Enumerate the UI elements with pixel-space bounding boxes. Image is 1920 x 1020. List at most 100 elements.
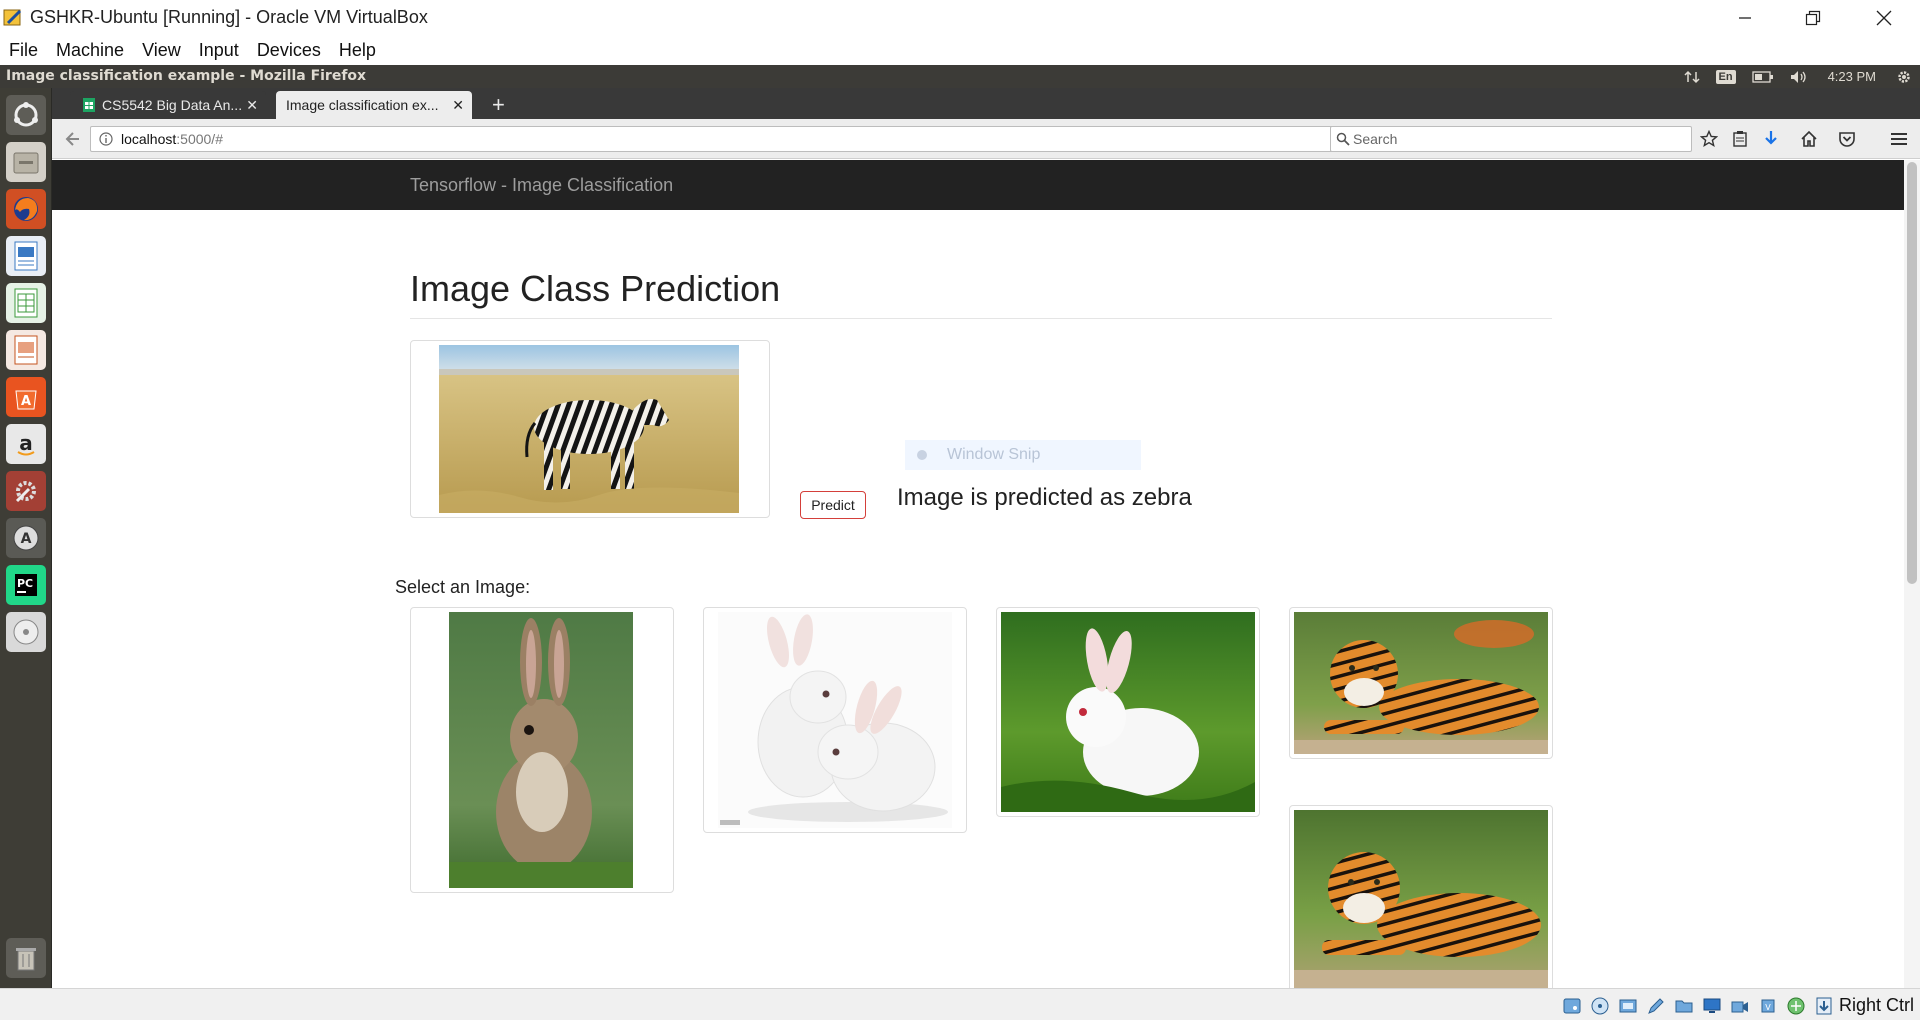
back-arrow-icon xyxy=(65,132,79,146)
hamburger-menu-icon xyxy=(1891,133,1907,145)
window-snip-overlay: Window Snip xyxy=(905,440,1141,470)
tab-strip: CS5542 Big Data An... ✕ Image classifica… xyxy=(52,88,1920,119)
app-navbar: Tensorflow - Image Classification xyxy=(52,160,1904,210)
pocket-button[interactable] xyxy=(1836,129,1858,149)
downloads-button[interactable] xyxy=(1760,129,1782,149)
minimize-button[interactable] xyxy=(1716,0,1774,35)
writer-icon[interactable] xyxy=(6,236,46,276)
scrollbar-thumb[interactable] xyxy=(1907,162,1917,584)
gallery-image-card[interactable] xyxy=(996,607,1260,817)
svg-text:a: a xyxy=(19,431,33,455)
navbar-brand[interactable]: Tensorflow - Image Classification xyxy=(410,175,673,196)
menu-machine[interactable]: Machine xyxy=(56,40,124,61)
page-viewport: Tensorflow - Image Classification Image … xyxy=(52,160,1904,988)
predict-button[interactable]: Predict xyxy=(800,491,866,519)
new-tab-button[interactable]: + xyxy=(492,92,505,118)
gallery-image-card[interactable] xyxy=(1289,607,1553,759)
menu-help[interactable]: Help xyxy=(339,40,376,61)
prediction-result: Image is predicted as zebra xyxy=(897,484,1192,511)
menu-devices[interactable]: Devices xyxy=(257,40,321,61)
gallery-image-card[interactable] xyxy=(410,607,674,893)
software-center-icon[interactable]: A xyxy=(6,377,46,417)
usb-arrow-icon[interactable] xyxy=(1814,996,1834,1016)
home-button[interactable] xyxy=(1798,129,1820,149)
pycharm-icon[interactable]: PC xyxy=(6,565,46,605)
back-button[interactable] xyxy=(62,129,84,149)
star-icon xyxy=(1700,130,1718,147)
title-divider xyxy=(410,318,1552,319)
system-gear-icon[interactable] xyxy=(1896,69,1912,85)
tab-image-classification[interactable]: Image classification ex... ✕ xyxy=(276,91,472,119)
audio-icon[interactable] xyxy=(1618,996,1638,1016)
window-title: GSHKR-Ubuntu [Running] - Oracle VM Virtu… xyxy=(30,7,428,27)
battery-icon[interactable] xyxy=(1751,70,1774,83)
network-adapter-icon[interactable] xyxy=(1786,996,1806,1016)
volume-icon[interactable] xyxy=(1790,70,1808,84)
snip-radio-icon xyxy=(917,450,927,460)
panel-indicators: En 4:23 PM xyxy=(1676,65,1920,88)
svg-text:V: V xyxy=(1765,1003,1771,1012)
bookmarks-menu-button[interactable] xyxy=(1729,129,1751,149)
search-bar[interactable] xyxy=(1330,126,1692,152)
restore-button[interactable] xyxy=(1784,0,1842,35)
keyboard-layout-indicator[interactable]: En xyxy=(1715,69,1736,84)
tiger-image-1[interactable] xyxy=(1294,612,1548,754)
url-text: localhost:5000/# xyxy=(121,131,223,147)
hard-disk-icon[interactable] xyxy=(1562,996,1582,1016)
menu-input[interactable]: Input xyxy=(199,40,239,61)
open-menu-button[interactable] xyxy=(1888,129,1910,149)
host-key-label: Right Ctrl xyxy=(1838,995,1914,1015)
clipboard-icon xyxy=(1733,131,1747,147)
shared-folder-icon[interactable] xyxy=(1674,996,1694,1016)
bookmark-star-button[interactable] xyxy=(1698,129,1720,149)
close-tab-icon[interactable]: ✕ xyxy=(246,97,258,114)
network-icon[interactable] xyxy=(1683,70,1700,84)
sheets-icon xyxy=(83,98,95,112)
close-tab-icon[interactable]: ✕ xyxy=(452,97,464,114)
firefox-icon[interactable] xyxy=(6,189,46,229)
optical-drive-icon[interactable] xyxy=(1590,996,1610,1016)
search-input[interactable] xyxy=(1353,130,1683,148)
ubuntu-dash-icon[interactable] xyxy=(6,95,46,135)
tiger-image-2[interactable] xyxy=(1294,810,1548,988)
calc-icon[interactable] xyxy=(6,283,46,323)
white-rabbit-grass-image[interactable] xyxy=(1001,612,1255,812)
info-icon[interactable] xyxy=(99,132,113,146)
select-image-label: Select an Image: xyxy=(395,577,531,597)
clock[interactable]: 4:23 PM xyxy=(1828,69,1876,84)
close-window-button[interactable] xyxy=(1855,0,1913,35)
navigation-toolbar: localhost:5000/# xyxy=(52,119,1920,159)
page-title: Image Class Prediction xyxy=(410,268,781,309)
active-window-title: Image classification example - Mozilla F… xyxy=(6,68,367,84)
video-capture-icon[interactable] xyxy=(1730,996,1750,1016)
unity-launcher: A a A PC xyxy=(0,88,52,988)
gallery-image-card[interactable] xyxy=(1289,805,1553,988)
files-icon[interactable] xyxy=(6,142,46,182)
page-scrollbar[interactable] xyxy=(1904,160,1920,988)
impress-icon[interactable] xyxy=(6,330,46,370)
cpu-icon[interactable]: V xyxy=(1758,996,1778,1016)
pen-icon[interactable] xyxy=(1646,996,1666,1016)
menu-view[interactable]: View xyxy=(142,40,181,61)
amazon-icon[interactable]: a xyxy=(6,424,46,464)
system-settings-icon[interactable] xyxy=(6,471,46,511)
restore-icon xyxy=(1805,10,1821,25)
display-icon[interactable] xyxy=(1702,996,1722,1016)
search-icon xyxy=(1336,132,1350,146)
dvd-icon[interactable] xyxy=(6,612,46,652)
virtualbox-statusbar: V Right Ctrl xyxy=(0,988,1920,1020)
gallery-image-card[interactable] xyxy=(703,607,967,833)
download-arrow-icon xyxy=(1765,131,1777,145)
two-white-rabbits-image[interactable] xyxy=(718,612,952,828)
tab-cs5542[interactable]: CS5542 Big Data An... ✕ xyxy=(70,91,266,119)
menu-file[interactable]: File xyxy=(9,40,38,61)
home-icon xyxy=(1801,130,1817,147)
close-icon xyxy=(1876,10,1892,25)
software-updater-icon[interactable]: A xyxy=(6,518,46,558)
url-bar[interactable]: localhost:5000/# xyxy=(90,126,1360,152)
selected-zebra-image xyxy=(439,345,739,513)
svg-text:A: A xyxy=(21,531,32,547)
trash-icon[interactable] xyxy=(6,938,46,978)
brown-rabbit-image[interactable] xyxy=(449,612,633,888)
virtualbox-menubar: File Machine View Input Devices Help xyxy=(0,35,1920,65)
